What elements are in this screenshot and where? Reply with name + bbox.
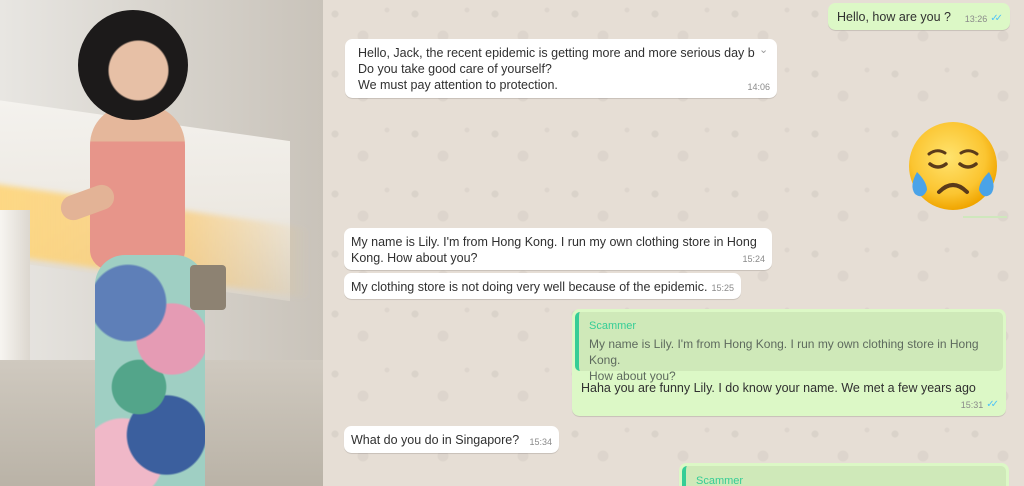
profile-photo [0,0,323,486]
double-check-icon: ✓✓ [986,399,999,410]
message-time: 14:06 [747,82,770,92]
message-time: 15:24 [742,254,765,264]
message-meta: 13:26 ✓✓ [965,11,1003,27]
quoted-message[interactable]: Scammer [682,466,1006,486]
message-outgoing[interactable]: Hello, how are you ? 13:26 ✓✓ [828,3,1010,30]
chat-panel[interactable]: Hello, how are you ? 13:26 ✓✓ Hello, Jac… [323,0,1024,486]
message-meta: 15:34 [529,434,552,450]
message-time: 15:25 [711,283,734,293]
message-time: 15:34 [529,437,552,447]
message-text: My clothing store is not doing very well… [351,280,708,294]
quote-author: Scammer [696,475,744,486]
double-check-icon: ✓✓ [990,13,1003,24]
message-incoming[interactable]: My name is Lily. I'm from Hong Kong. I r… [344,228,772,270]
message-time: 15:31 [960,400,984,410]
message-incoming[interactable]: What do you do in Singapore? 15:34 [344,426,559,453]
message-incoming[interactable]: My clothing store is not doing very well… [344,273,741,299]
message-outgoing-reply[interactable]: Scammer My name is Lily. I'm from Hong K… [572,309,1006,416]
quoted-message[interactable]: Scammer My name is Lily. I'm from Hong K… [575,312,1003,383]
photo-handbag [190,265,226,310]
message-meta: 15:25 [711,280,734,296]
message-text: What do you do in Singapore? [351,433,520,447]
quote-author: Scammer [589,320,637,332]
message-meta: 15:31 ✓✓ [961,397,999,413]
photo-person-head [78,10,188,120]
crying-face-emoji[interactable] [903,116,1003,216]
message-incoming[interactable]: Hello, Jack, the recent epidemic is gett… [345,39,777,98]
photo-person-skirt [95,255,205,486]
sticker-underline [963,216,1007,218]
message-text: My name is Lily. I'm from Hong Kong. I r… [351,235,757,265]
message-time: 13:26 [964,14,988,24]
chevron-down-icon[interactable]: ⌄ [759,44,771,56]
message-meta: 14:06 [747,79,770,95]
message-meta: 15:24 [742,251,765,267]
message-text: Hello, Jack, the recent epidemic is gett… [358,46,755,92]
message-outgoing-reply[interactable]: Scammer [679,463,1009,486]
